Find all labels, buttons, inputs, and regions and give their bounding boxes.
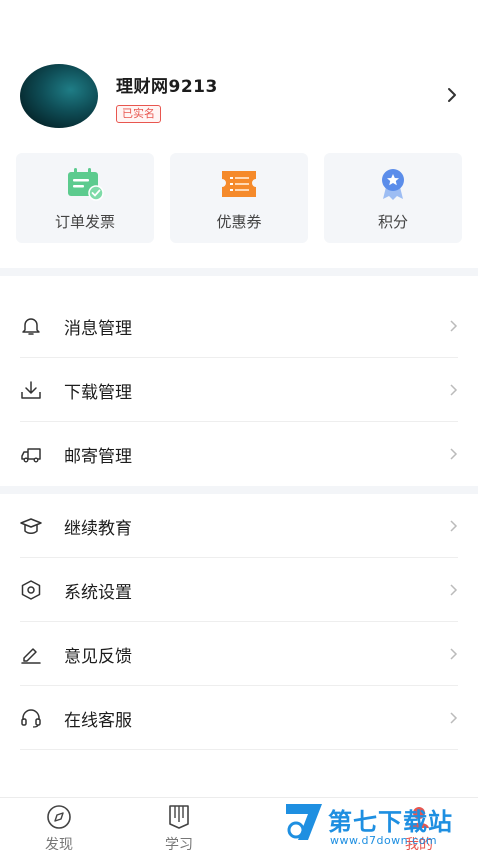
verified-badge: 已实名 xyxy=(116,105,161,123)
coupon-card[interactable]: 优惠券 xyxy=(170,153,308,243)
settings-icon xyxy=(21,580,41,600)
invoice-icon xyxy=(68,168,104,201)
watermark-logo xyxy=(286,804,322,840)
tab-discover[interactable]: 发现 xyxy=(29,802,89,850)
menu-label-mailing: 邮寄管理 xyxy=(64,447,132,467)
chevron-right-icon[interactable] xyxy=(446,86,458,104)
chevron-right-icon xyxy=(450,384,458,396)
edit-icon xyxy=(21,648,41,664)
invoice-label: 订单发票 xyxy=(54,213,115,231)
points-label: 积分 xyxy=(377,213,408,231)
points-card[interactable]: 积分 xyxy=(324,153,462,243)
book-icon xyxy=(169,805,189,829)
truck-icon xyxy=(21,448,41,463)
menu-item-mailing[interactable]: 邮寄管理 xyxy=(0,422,478,486)
menu-item-support[interactable]: 在线客服 xyxy=(0,686,478,750)
headset-icon xyxy=(21,709,41,728)
watermark-url: www.d7down.com xyxy=(330,834,438,847)
menu-item-downloads[interactable]: 下载管理 xyxy=(0,358,478,422)
coupon-label: 优惠券 xyxy=(216,213,262,231)
profile-header[interactable]: 理财网9213 已实名 xyxy=(0,58,478,138)
chevron-right-icon xyxy=(450,648,458,660)
watermark-title: 第七下载站 xyxy=(328,808,453,836)
menu-label-settings: 系统设置 xyxy=(64,583,132,603)
compass-icon xyxy=(47,805,71,829)
download-icon xyxy=(21,381,41,399)
menu-item-messages[interactable]: 消息管理 xyxy=(0,294,478,358)
menu-item-feedback[interactable]: 意见反馈 xyxy=(0,622,478,686)
quick-actions: 订单发票 优惠券 积分 xyxy=(16,153,462,243)
chevron-right-icon xyxy=(450,584,458,596)
menu-label-downloads: 下载管理 xyxy=(64,383,132,403)
section-divider xyxy=(0,486,478,494)
chevron-right-icon xyxy=(450,712,458,724)
menu-label-messages: 消息管理 xyxy=(64,319,132,339)
section-divider xyxy=(0,268,478,276)
watermark: 第七下载站 www.d7down.com xyxy=(282,800,478,850)
row-divider xyxy=(20,749,458,750)
tab-study[interactable]: 学习 xyxy=(149,802,209,850)
menu-item-education[interactable]: 继续教育 xyxy=(0,494,478,558)
tab-label-discover: 发现 xyxy=(45,837,73,850)
medal-icon xyxy=(382,169,404,200)
menu-label-support: 在线客服 xyxy=(64,711,132,731)
tab-label-study: 学习 xyxy=(165,837,193,850)
graduation-cap-icon xyxy=(20,518,42,534)
menu-label-education: 继续教育 xyxy=(64,519,132,539)
menu-item-settings[interactable]: 系统设置 xyxy=(0,558,478,622)
chevron-right-icon xyxy=(450,448,458,460)
bell-icon xyxy=(22,318,40,335)
chevron-right-icon xyxy=(450,520,458,532)
invoice-card[interactable]: 订单发票 xyxy=(16,153,154,243)
avatar[interactable] xyxy=(20,64,98,128)
coupon-icon xyxy=(222,171,256,197)
chevron-right-icon xyxy=(450,320,458,332)
username: 理财网9213 xyxy=(116,77,218,97)
menu-label-feedback: 意见反馈 xyxy=(64,647,132,667)
